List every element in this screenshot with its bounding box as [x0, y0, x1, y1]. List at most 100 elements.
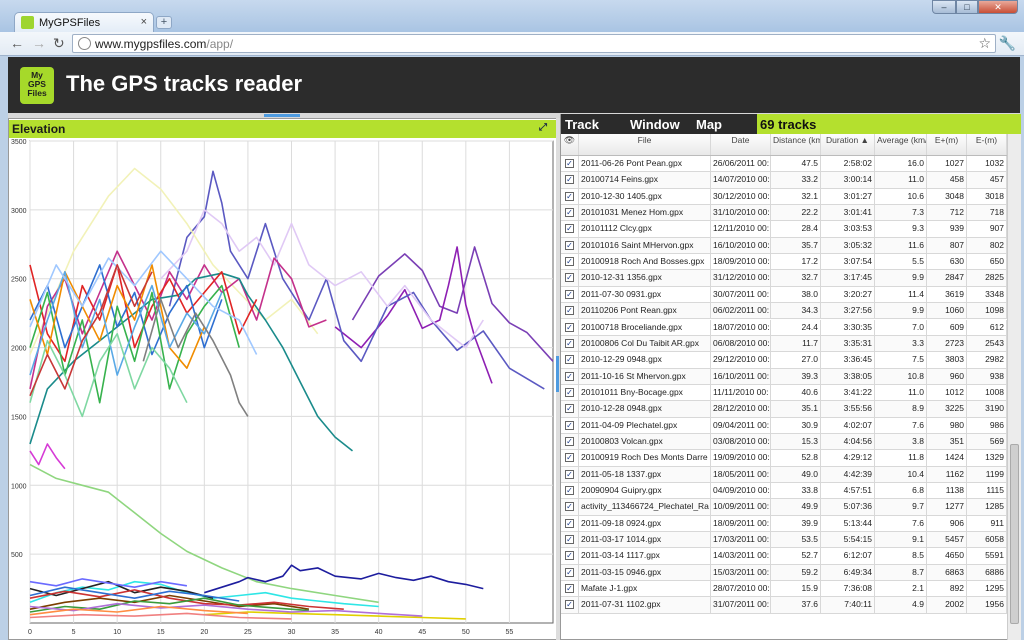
- row-checkbox[interactable]: ✓: [561, 581, 579, 597]
- checkmark-icon[interactable]: ✓: [565, 502, 574, 512]
- table-row[interactable]: ✓ 20100806 Col Du Taibit AR.gpx 06/08/2010…: [561, 335, 1007, 353]
- address-bar[interactable]: www.mygpsfiles.com/app/ ☆: [72, 34, 996, 53]
- maximize-panel-icon[interactable]: ⤢: [539, 122, 547, 133]
- checkmark-icon[interactable]: ✓: [565, 469, 574, 479]
- checkmark-icon[interactable]: ✓: [565, 535, 574, 545]
- column-header[interactable]: Distance (km): [771, 134, 821, 155]
- splitter-handle[interactable]: [264, 114, 300, 117]
- checkmark-icon[interactable]: ✓: [565, 453, 574, 463]
- checkmark-icon[interactable]: ✓: [565, 404, 574, 414]
- row-checkbox[interactable]: ✓: [561, 417, 579, 433]
- checkmark-icon[interactable]: ✓: [565, 322, 574, 332]
- checkmark-icon[interactable]: ✓: [565, 257, 574, 267]
- row-checkbox[interactable]: ✓: [561, 335, 579, 352]
- checkmark-icon[interactable]: ✓: [565, 224, 574, 234]
- table-row[interactable]: ✓ activity_113466724_Plechatel_Ra 10/09/20…: [561, 499, 1007, 516]
- table-row[interactable]: ✓ 2011-10-16 St Mhervon.gpx 16/10/2011 00:…: [561, 368, 1007, 385]
- column-header[interactable]: E+(m): [927, 134, 967, 155]
- new-tab-button[interactable]: +: [156, 16, 172, 29]
- table-row[interactable]: ✓ 2010-12-29 0948.gpx 29/12/2010 00: 27.0 3:…: [561, 352, 1007, 369]
- table-row[interactable]: ✓ 2011-05-18 1337.gpx 18/05/2011 00: 49.0 4:…: [561, 466, 1007, 483]
- row-checkbox[interactable]: ✓: [561, 286, 579, 303]
- checkmark-icon[interactable]: ✓: [565, 338, 574, 348]
- column-header[interactable]: E-(m): [967, 134, 1007, 155]
- row-checkbox[interactable]: ✓: [561, 515, 579, 532]
- checkmark-icon[interactable]: ✓: [565, 584, 574, 594]
- table-row[interactable]: ✓ 20100718 Broceliande.gpx 18/07/2010 00: 2…: [561, 319, 1007, 336]
- checkmark-icon[interactable]: ✓: [565, 159, 574, 168]
- row-checkbox[interactable]: ✓: [561, 450, 579, 466]
- table-row[interactable]: ✓ 2010-12-31 1356.gpx 31/12/2010 00: 32.7 3:…: [561, 270, 1007, 287]
- row-checkbox[interactable]: ✓: [561, 597, 579, 613]
- table-row[interactable]: ✓ 20101016 Saint MHervon.gpx 16/10/2010 00…: [561, 237, 1007, 255]
- table-row[interactable]: ✓ 20100803 Volcan.gpx 03/08/2010 00: 15.3 4:…: [561, 433, 1007, 451]
- row-checkbox[interactable]: ✓: [561, 188, 579, 205]
- forward-icon[interactable]: →: [32, 35, 46, 51]
- checkmark-icon[interactable]: ✓: [565, 289, 574, 299]
- checkmark-icon[interactable]: ✓: [565, 600, 574, 610]
- tab-close-icon[interactable]: ×: [141, 16, 147, 28]
- table-row[interactable]: ✓ Mafate J-1.gpx 28/07/2010 00: 15.9 7:36:08…: [561, 581, 1007, 598]
- back-icon[interactable]: ←: [10, 35, 24, 51]
- row-checkbox[interactable]: ✓: [561, 532, 579, 548]
- minimize-button[interactable]: –: [932, 0, 956, 14]
- checkmark-icon[interactable]: ✓: [565, 371, 574, 381]
- checkmark-icon[interactable]: ✓: [565, 355, 574, 365]
- column-header[interactable]: Average (km/h): [875, 134, 927, 155]
- row-checkbox[interactable]: ✓: [561, 205, 579, 221]
- table-row[interactable]: ✓ 20100919 Roch Des Monts Darre 19/09/2010…: [561, 450, 1007, 467]
- menu-window[interactable]: Window: [630, 117, 680, 132]
- row-checkbox[interactable]: ✓: [561, 466, 579, 482]
- table-scrollbar[interactable]: [1007, 134, 1021, 640]
- checkmark-icon[interactable]: ✓: [565, 567, 574, 577]
- checkmark-icon[interactable]: ✓: [565, 191, 574, 201]
- row-checkbox[interactable]: ✓: [561, 172, 579, 188]
- checkmark-icon[interactable]: ✓: [565, 420, 574, 430]
- table-row[interactable]: ✓ 2011-09-18 0924.gpx 18/09/2011 00: 39.9 5:…: [561, 515, 1007, 533]
- table-row[interactable]: ✓ 20101031 Menez Hom.gpx 31/10/2010 00: 22.…: [561, 205, 1007, 222]
- checkmark-icon[interactable]: ✓: [565, 240, 574, 250]
- table-row[interactable]: ✓ 20110206 Pont Rean.gpx 06/02/2011 00: 34.…: [561, 303, 1007, 320]
- table-row[interactable]: ✓ 2011-07-30 0931.gpx 30/07/2011 00: 38.0 3:…: [561, 286, 1007, 304]
- wrench-icon[interactable]: 🔧: [999, 35, 1016, 52]
- row-checkbox[interactable]: ✓: [561, 254, 579, 270]
- checkmark-icon[interactable]: ✓: [565, 518, 574, 528]
- scrollbar-thumb[interactable]: [1010, 444, 1019, 624]
- row-checkbox[interactable]: ✓: [561, 319, 579, 335]
- table-row[interactable]: ✓ 2011-07-31 1102.gpx 31/07/2011 00: 37.6 7:…: [561, 597, 1007, 614]
- row-checkbox[interactable]: ✓: [561, 221, 579, 237]
- table-row[interactable]: ✓ 2011-03-15 0946.gpx 15/03/2011 00: 59.2 6:…: [561, 564, 1007, 582]
- table-row[interactable]: ✓ 20090904 Guipry.gpx 04/09/2010 00: 33.8 4:…: [561, 483, 1007, 500]
- checkmark-icon[interactable]: ✓: [565, 208, 574, 218]
- menu-map[interactable]: Map: [696, 117, 722, 132]
- table-row[interactable]: ✓ 2011-03-17 1014.gpx 17/03/2011 00: 53.5 5:…: [561, 532, 1007, 549]
- checkmark-icon[interactable]: ✓: [565, 551, 574, 561]
- table-row[interactable]: ✓ 2011-04-09 Plechatel.gpx 09/04/2011 00: 3…: [561, 417, 1007, 434]
- row-checkbox[interactable]: ✓: [561, 499, 579, 515]
- column-header[interactable]: Duration ▲: [821, 134, 875, 155]
- row-checkbox[interactable]: ✓: [561, 548, 579, 564]
- row-checkbox[interactable]: ✓: [561, 303, 579, 319]
- table-row[interactable]: ✓ 2011-03-14 1117.gpx 14/03/2011 00: 52.7 6:…: [561, 548, 1007, 565]
- row-checkbox[interactable]: ✓: [561, 156, 579, 172]
- column-header[interactable]: Date: [711, 134, 771, 155]
- url-text[interactable]: www.mygpsfiles.com/app/: [95, 37, 233, 51]
- checkmark-icon[interactable]: ✓: [565, 436, 574, 446]
- vertical-splitter-handle[interactable]: [556, 356, 559, 392]
- table-row[interactable]: ✓ 20100918 Roch And Bosses.gpx 18/09/2010 …: [561, 254, 1007, 271]
- checkmark-icon[interactable]: ✓: [565, 486, 574, 495]
- bookmark-star-icon[interactable]: ☆: [978, 35, 991, 52]
- eye-icon[interactable]: 👁: [561, 134, 579, 155]
- table-row[interactable]: ✓ 2011-06-26 Pont Pean.gpx 26/06/2011 00: 4…: [561, 156, 1007, 173]
- table-row[interactable]: ✓ 20101112 Clcy.gpx 12/11/2010 00: 28.4 3:03…: [561, 221, 1007, 238]
- table-row[interactable]: ✓ 2010-12-28 0948.gpx 28/12/2010 00: 35.1 3:…: [561, 401, 1007, 418]
- row-checkbox[interactable]: ✓: [561, 237, 579, 254]
- browser-tab[interactable]: MyGPSFiles ×: [14, 12, 154, 32]
- close-window-button[interactable]: ✕: [978, 0, 1018, 14]
- menu-track[interactable]: Track: [565, 117, 599, 132]
- row-checkbox[interactable]: ✓: [561, 384, 579, 401]
- checkmark-icon[interactable]: ✓: [565, 175, 574, 185]
- table-row[interactable]: ✓ 20101011 Bny-Bocage.gpx 11/11/2010 00: 40…: [561, 384, 1007, 402]
- column-header[interactable]: File: [579, 134, 711, 155]
- table-row[interactable]: ✓ 20100714 Feins.gpx 14/07/2010 00: 33.2 3:0…: [561, 172, 1007, 189]
